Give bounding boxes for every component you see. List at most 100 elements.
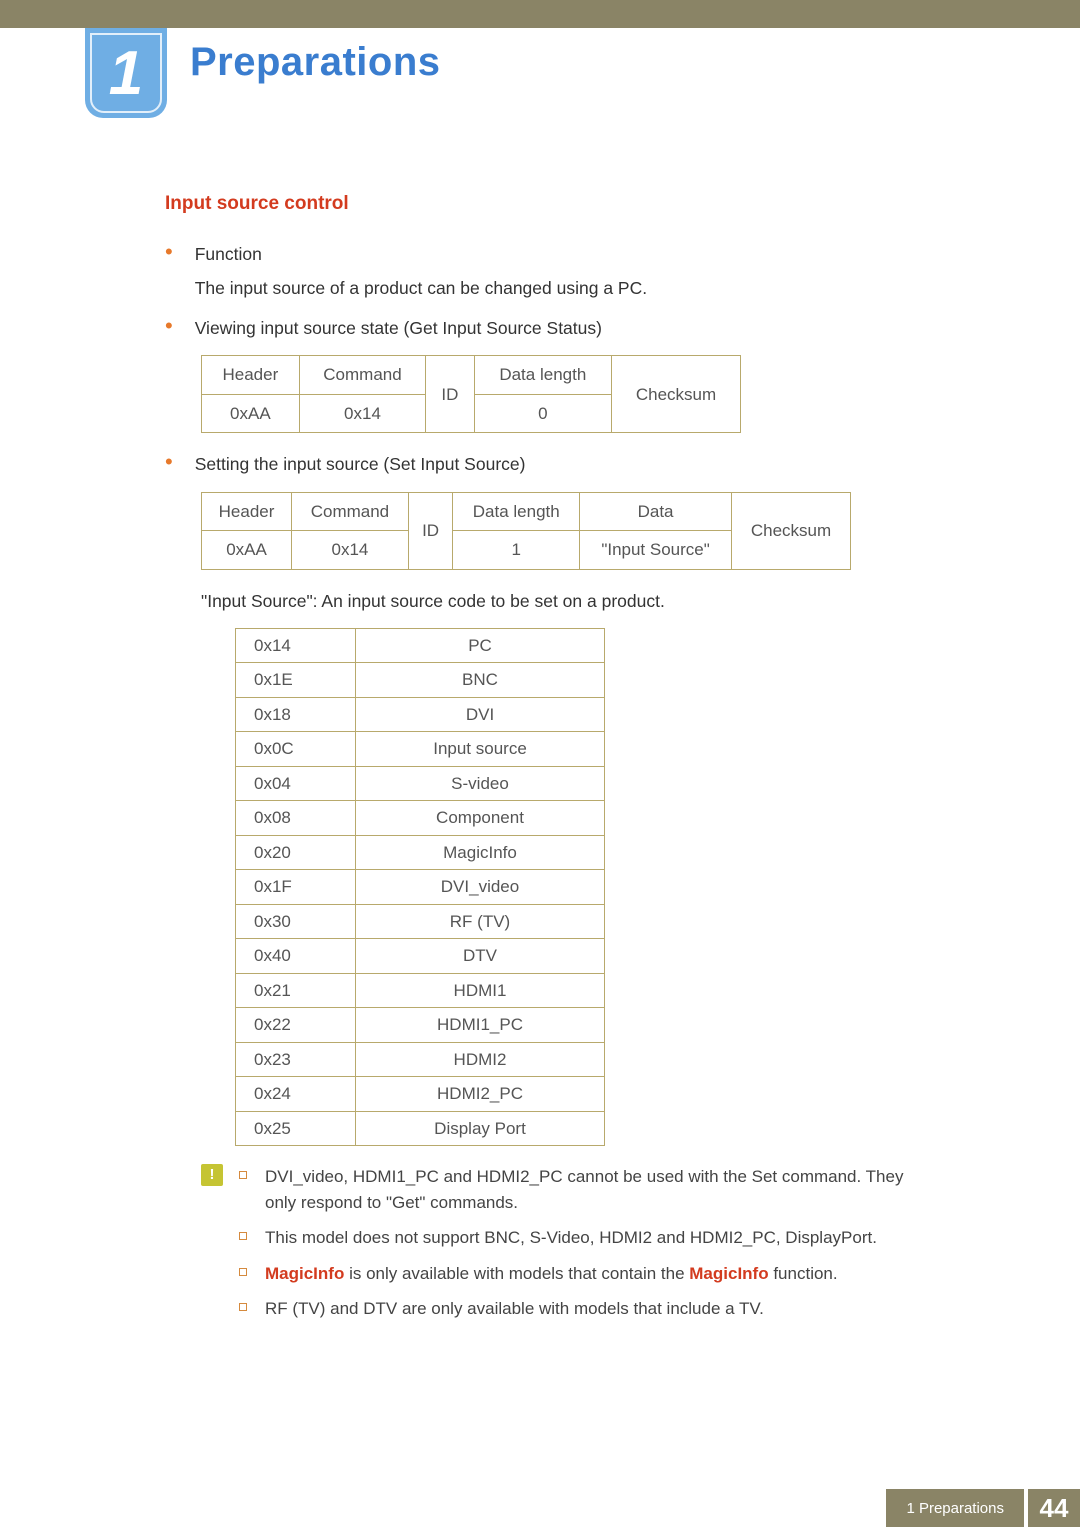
bullet-icon: • bbox=[165, 315, 173, 341]
td: PC bbox=[356, 628, 605, 663]
bullet-text: The input source of a product can be cha… bbox=[195, 275, 915, 301]
bullet-set-source: • Setting the input source (Set Input So… bbox=[165, 451, 915, 477]
th-checksum: Checksum bbox=[612, 356, 741, 433]
td: Input source bbox=[356, 732, 605, 767]
notes-block: ! DVI_video, HDMI1_PC and HDMI2_PC canno… bbox=[201, 1164, 915, 1332]
td: 0 bbox=[474, 394, 611, 433]
bullet-label: Viewing input source state (Get Input So… bbox=[195, 315, 915, 341]
table-row: 0x20MagicInfo bbox=[236, 835, 605, 870]
td: MagicInfo bbox=[356, 835, 605, 870]
td: 0x20 bbox=[236, 835, 356, 870]
table-row: 0x22HDMI1_PC bbox=[236, 1008, 605, 1043]
td: DVI_video bbox=[356, 870, 605, 905]
th-id: ID bbox=[426, 356, 474, 433]
td: 0x18 bbox=[236, 697, 356, 732]
td: 1 bbox=[453, 531, 580, 570]
page-top-band bbox=[0, 0, 1080, 28]
square-bullet-icon bbox=[239, 1303, 247, 1311]
table-row: 0x18DVI bbox=[236, 697, 605, 732]
th-header: Header bbox=[202, 356, 300, 395]
td: 0x23 bbox=[236, 1042, 356, 1077]
td: Display Port bbox=[356, 1111, 605, 1146]
bullet-get-status: • Viewing input source state (Get Input … bbox=[165, 315, 915, 341]
bullet-label: Setting the input source (Set Input Sour… bbox=[195, 451, 915, 477]
bullet-label: Function bbox=[195, 241, 915, 267]
square-bullet-icon bbox=[239, 1171, 247, 1179]
td: BNC bbox=[356, 663, 605, 698]
th-header: Header bbox=[202, 492, 292, 531]
table-row: 0x0CInput source bbox=[236, 732, 605, 767]
td: "Input Source" bbox=[580, 531, 732, 570]
td: 0x14 bbox=[236, 628, 356, 663]
table-row: 0x24HDMI2_PC bbox=[236, 1077, 605, 1112]
td: 0xAA bbox=[202, 394, 300, 433]
td: 0x1E bbox=[236, 663, 356, 698]
table-row: 0x04S-video bbox=[236, 766, 605, 801]
page-content: Input source control • Function The inpu… bbox=[165, 190, 915, 1332]
td: 0x40 bbox=[236, 939, 356, 974]
bullet-icon: • bbox=[165, 241, 173, 302]
input-source-note: "Input Source": An input source code to … bbox=[201, 588, 915, 614]
note-item: DVI_video, HDMI1_PC and HDMI2_PC cannot … bbox=[239, 1164, 915, 1215]
td: 0x25 bbox=[236, 1111, 356, 1146]
warning-icon: ! bbox=[201, 1164, 223, 1186]
note-text: MagicInfo is only available with models … bbox=[265, 1261, 838, 1287]
bullet-icon: • bbox=[165, 451, 173, 477]
td: 0x04 bbox=[236, 766, 356, 801]
square-bullet-icon bbox=[239, 1268, 247, 1276]
note-text: This model does not support BNC, S-Video… bbox=[265, 1225, 877, 1251]
page-footer: 1 Preparations 44 bbox=[0, 1489, 1080, 1527]
note-text: RF (TV) and DTV are only available with … bbox=[265, 1296, 764, 1322]
td: Component bbox=[356, 801, 605, 836]
table-set-source: Header Command ID Data length Data Check… bbox=[201, 492, 851, 570]
td: 0x22 bbox=[236, 1008, 356, 1043]
td: DVI bbox=[356, 697, 605, 732]
table-row: 0x08Component bbox=[236, 801, 605, 836]
td: 0x14 bbox=[299, 394, 426, 433]
magicinfo-emph: MagicInfo bbox=[265, 1264, 344, 1283]
table-row: 0x1FDVI_video bbox=[236, 870, 605, 905]
th-datalen: Data length bbox=[453, 492, 580, 531]
table-row: 0x23HDMI2 bbox=[236, 1042, 605, 1077]
td: DTV bbox=[356, 939, 605, 974]
table-input-codes: 0x14PC0x1EBNC0x18DVI0x0CInput source0x04… bbox=[235, 628, 605, 1147]
td: 0xAA bbox=[202, 531, 292, 570]
footer-label: 1 Preparations bbox=[886, 1489, 1024, 1527]
td: 0x24 bbox=[236, 1077, 356, 1112]
note-item: MagicInfo is only available with models … bbox=[239, 1261, 915, 1287]
th-command: Command bbox=[299, 356, 426, 395]
chapter-title: Preparations bbox=[190, 40, 441, 85]
td: 0x1F bbox=[236, 870, 356, 905]
td: 0x14 bbox=[292, 531, 409, 570]
table-row: 0x30RF (TV) bbox=[236, 904, 605, 939]
th-command: Command bbox=[292, 492, 409, 531]
td: HDMI2_PC bbox=[356, 1077, 605, 1112]
magicinfo-emph: MagicInfo bbox=[689, 1264, 768, 1283]
footer-page-number: 44 bbox=[1024, 1489, 1080, 1527]
table-row: 0x21HDMI1 bbox=[236, 973, 605, 1008]
chapter-badge: 1 bbox=[85, 28, 167, 118]
th-datalen: Data length bbox=[474, 356, 611, 395]
td: 0x30 bbox=[236, 904, 356, 939]
td: 0x08 bbox=[236, 801, 356, 836]
note-item: This model does not support BNC, S-Video… bbox=[239, 1225, 915, 1251]
td: 0x0C bbox=[236, 732, 356, 767]
bullet-function: • Function The input source of a product… bbox=[165, 241, 915, 302]
note-item: RF (TV) and DTV are only available with … bbox=[239, 1296, 915, 1322]
td: RF (TV) bbox=[356, 904, 605, 939]
table-row: Header Command ID Data length Data Check… bbox=[202, 492, 851, 531]
table-row: Header Command ID Data length Checksum bbox=[202, 356, 741, 395]
chapter-number: 1 bbox=[90, 33, 162, 113]
note-text: DVI_video, HDMI1_PC and HDMI2_PC cannot … bbox=[265, 1164, 915, 1215]
th-data: Data bbox=[580, 492, 732, 531]
table-row: 0x25Display Port bbox=[236, 1111, 605, 1146]
section-heading: Input source control bbox=[165, 190, 915, 219]
table-row: 0x14PC bbox=[236, 628, 605, 663]
td: 0x21 bbox=[236, 973, 356, 1008]
table-row: 0x40DTV bbox=[236, 939, 605, 974]
square-bullet-icon bbox=[239, 1232, 247, 1240]
table-row: 0x1EBNC bbox=[236, 663, 605, 698]
td: HDMI1 bbox=[356, 973, 605, 1008]
td: HDMI1_PC bbox=[356, 1008, 605, 1043]
th-checksum: Checksum bbox=[732, 492, 851, 569]
